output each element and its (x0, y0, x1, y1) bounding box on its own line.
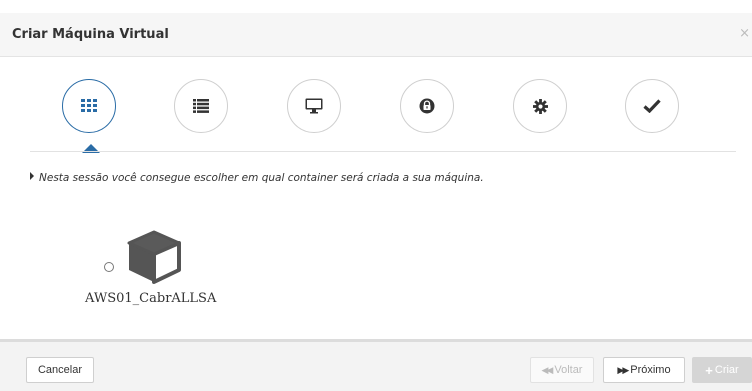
caret-right-icon (30, 172, 34, 180)
backward-icon: ◀◀ (541, 364, 554, 375)
close-icon[interactable]: × (739, 26, 750, 41)
cancel-label: Cancelar (37, 364, 83, 376)
cube-icon[interactable] (124, 226, 184, 286)
wizard-steps (0, 56, 752, 152)
next-button[interactable]: ▶▶ Próximo (603, 357, 685, 383)
next-label: Próximo (630, 364, 671, 376)
steps-divider (30, 151, 736, 152)
checkmark-icon (643, 99, 661, 113)
grid-icon (81, 99, 97, 112)
dialog-header: Criar Máquina Virtual × (0, 13, 752, 57)
dialog-title: Criar Máquina Virtual (12, 27, 169, 42)
step-monitor[interactable] (287, 79, 341, 133)
create-label: Criar (714, 364, 739, 376)
create-button[interactable]: + Criar (692, 357, 752, 383)
cancel-button[interactable]: Cancelar (26, 357, 94, 383)
container-radio[interactable] (104, 262, 114, 272)
info-text: Nesta sessão você consegue escolher em q… (39, 172, 484, 184)
container-name[interactable]: AWS01_CabrALLSA (85, 291, 216, 306)
dialog-footer: Cancelar ◀◀ Voltar ▶▶ Próximo + Criar (0, 339, 752, 391)
info-message: Nesta sessão você consegue escolher em q… (30, 172, 484, 184)
plus-icon: + (705, 362, 713, 378)
step-list[interactable] (174, 79, 228, 133)
forward-icon: ▶▶ (617, 364, 629, 375)
lock-icon (419, 98, 435, 114)
gear-icon (532, 98, 548, 114)
back-label: Voltar (554, 364, 583, 376)
step-confirm[interactable] (625, 79, 679, 133)
back-button[interactable]: ◀◀ Voltar (530, 357, 594, 383)
step-settings[interactable] (513, 79, 567, 133)
step-security[interactable] (400, 79, 454, 133)
list-icon (193, 99, 209, 113)
monitor-icon (305, 98, 323, 114)
step-container[interactable] (62, 79, 116, 133)
